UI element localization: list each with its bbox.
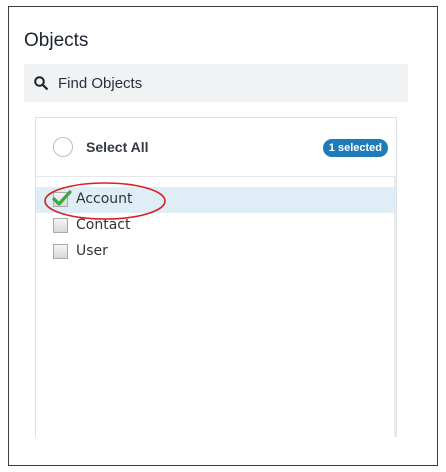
selected-count-badge: 1 selected (322, 139, 388, 157)
select-all-label[interactable]: Select All (86, 139, 149, 155)
panel-title: Objects (24, 30, 89, 51)
list-item-label: Account (76, 191, 133, 207)
contact-checkbox[interactable] (53, 218, 68, 233)
list-item-label: User (76, 243, 108, 259)
search-box[interactable]: Find Objects (24, 64, 408, 102)
list-item-contact[interactable]: Contact (36, 213, 396, 239)
list-item-account[interactable]: Account (36, 187, 396, 213)
user-checkbox[interactable] (53, 244, 68, 259)
search-input[interactable]: Find Objects (58, 75, 142, 92)
select-all-radio[interactable] (53, 137, 73, 157)
account-checkbox[interactable] (52, 190, 72, 207)
object-items: Account Contact User (36, 187, 396, 265)
select-all-row[interactable]: Select All 1 selected (36, 118, 396, 177)
list-item-label: Contact (76, 217, 131, 233)
object-list: Select All 1 selected Account Contact Us… (35, 117, 397, 437)
check-icon (52, 190, 72, 206)
search-icon (34, 76, 48, 90)
list-item-user[interactable]: User (36, 239, 396, 265)
